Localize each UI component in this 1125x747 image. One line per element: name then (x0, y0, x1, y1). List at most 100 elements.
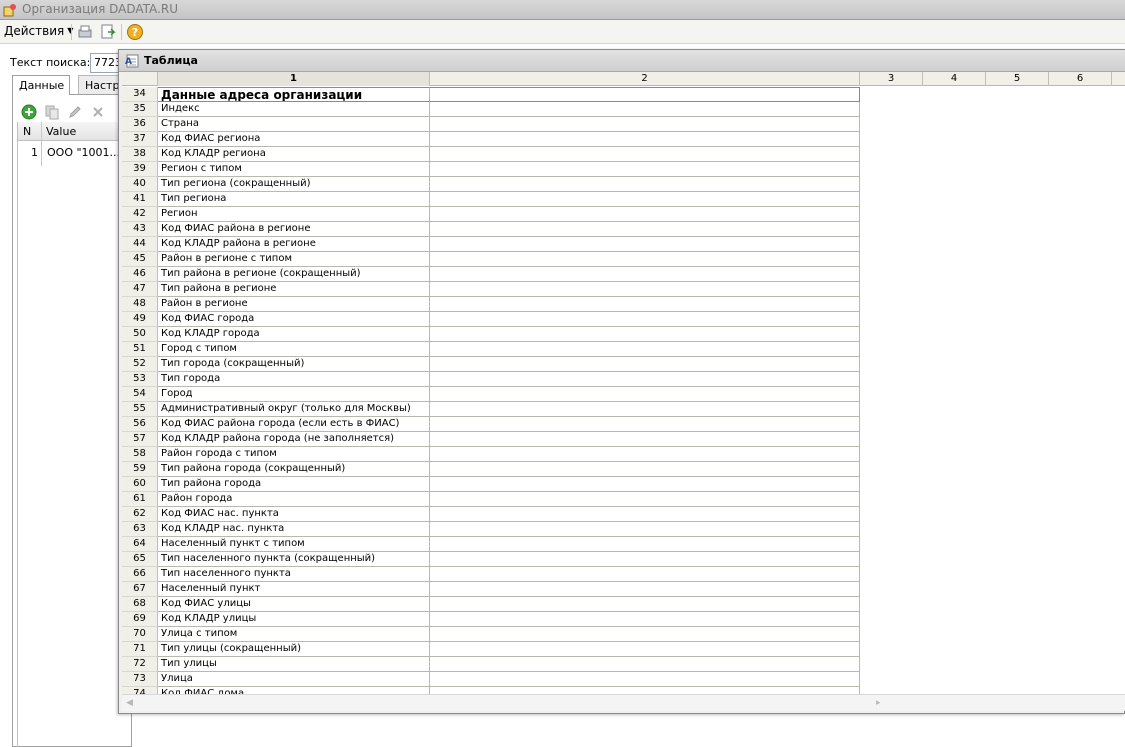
row-number[interactable]: 44 (122, 237, 158, 252)
cell-field-name[interactable]: Район в регионе (158, 297, 430, 312)
cell-field-name[interactable]: Тип населенного пункта (сокращенный) (158, 552, 430, 567)
cell-field-value[interactable] (430, 402, 860, 417)
cell-field-value[interactable] (430, 432, 860, 447)
cell-field-value[interactable] (430, 117, 860, 132)
cell-field-name[interactable]: Код ФИАС улицы (158, 597, 430, 612)
cell-field-value[interactable] (430, 372, 860, 387)
cell-field-value[interactable] (430, 387, 860, 402)
cell-field-value[interactable] (430, 687, 860, 694)
table-row[interactable]: 59 Тип района города (сокращенный) (122, 462, 860, 477)
row-number[interactable]: 43 (122, 222, 158, 237)
cell-field-value[interactable] (430, 192, 860, 207)
table-row[interactable]: 42 Регион (122, 207, 860, 222)
row-number[interactable]: 67 (122, 582, 158, 597)
table-row[interactable]: 63 Код КЛАДР нас. пункта (122, 522, 860, 537)
row-number[interactable]: 72 (122, 657, 158, 672)
cell-field-name[interactable]: Район в регионе с типом (158, 252, 430, 267)
cell-field-value[interactable] (430, 297, 860, 312)
table-row[interactable]: 60 Тип района города (122, 477, 860, 492)
table-row[interactable]: 70 Улица с типом (122, 627, 860, 642)
cell-field-value[interactable] (430, 237, 860, 252)
cell-field-name[interactable]: Страна (158, 117, 430, 132)
row-number[interactable]: 59 (122, 462, 158, 477)
table-row[interactable]: 1 ООО "1001... (18, 144, 133, 162)
table-row[interactable]: 45 Район в регионе с типом (122, 252, 860, 267)
table-row[interactable]: 46 Тип района в регионе (сокращенный) (122, 267, 860, 282)
cell-field-value[interactable] (430, 492, 860, 507)
table-row[interactable]: 37 Код ФИАС региона (122, 132, 860, 147)
cell-field-value[interactable] (430, 87, 860, 102)
cell-field-value[interactable] (430, 642, 860, 657)
tab-data[interactable]: Данные (12, 75, 70, 95)
row-number[interactable]: 42 (122, 207, 158, 222)
table-row[interactable]: 55 Административный округ (только для Мос… (122, 402, 860, 417)
column-header-n[interactable]: N (23, 125, 31, 138)
cell-field-name[interactable]: Код ФИАС нас. пункта (158, 507, 430, 522)
cell-field-name[interactable]: Индекс (158, 102, 430, 117)
column-header-2[interactable]: 2 (430, 72, 860, 86)
cell-field-value[interactable] (430, 177, 860, 192)
cell-field-value[interactable] (430, 252, 860, 267)
table-row[interactable]: 64 Населенный пункт с типом (122, 537, 860, 552)
cell-field-value[interactable] (430, 462, 860, 477)
table-row[interactable]: 47 Тип района в регионе (122, 282, 860, 297)
cell-field-value[interactable] (430, 102, 860, 117)
table-row[interactable]: 50 Код КЛАДР города (122, 327, 860, 342)
cell-field-name[interactable]: Тип населенного пункта (158, 567, 430, 582)
cell-field-value[interactable] (430, 162, 860, 177)
section-header-row[interactable]: 34 Данные адреса организации (122, 87, 860, 102)
cell-field-value[interactable] (430, 357, 860, 372)
table-row[interactable]: 68 Код ФИАС улицы (122, 597, 860, 612)
cell-field-value[interactable] (430, 222, 860, 237)
table-row[interactable]: 56 Код ФИАС района города (если есть в ФИ… (122, 417, 860, 432)
cell-field-name[interactable]: Код ФИАС дома (158, 687, 430, 694)
table-row[interactable]: 36 Страна (122, 117, 860, 132)
row-number[interactable]: 52 (122, 357, 158, 372)
scroll-right-icon[interactable]: ▸ (876, 698, 881, 708)
row-number[interactable]: 36 (122, 117, 158, 132)
row-number[interactable]: 74 (122, 687, 158, 694)
row-number[interactable]: 64 (122, 537, 158, 552)
scroll-left-icon[interactable]: ◀ (126, 698, 133, 708)
cell-field-value[interactable] (430, 672, 860, 687)
row-number[interactable]: 54 (122, 387, 158, 402)
cell-field-name[interactable]: Улица (158, 672, 430, 687)
cell-field-name[interactable]: Тип города (сокращенный) (158, 357, 430, 372)
table-row[interactable]: 52 Тип города (сокращенный) (122, 357, 860, 372)
cell-field-name[interactable]: Код КЛАДР района города (не заполняется) (158, 432, 430, 447)
add-icon[interactable] (21, 104, 37, 120)
cell-field-name[interactable]: Код КЛАДР нас. пункта (158, 522, 430, 537)
column-header-value[interactable]: Value (46, 125, 76, 138)
horizontal-scrollbar[interactable]: ◀ ▸ (122, 694, 1125, 711)
column-header-3[interactable]: 3 (860, 72, 923, 86)
cell-field-name[interactable]: Тип региона (158, 192, 430, 207)
cell-field-name[interactable]: Тип района города (158, 477, 430, 492)
row-number[interactable]: 51 (122, 342, 158, 357)
table-row[interactable]: 65 Тип населенного пункта (сокращенный) (122, 552, 860, 567)
cell-field-name[interactable]: Данные адреса организации (158, 87, 430, 102)
row-number[interactable]: 37 (122, 132, 158, 147)
row-number[interactable]: 60 (122, 477, 158, 492)
cell-field-name[interactable]: Район города (158, 492, 430, 507)
corner-cell[interactable] (122, 72, 158, 86)
cell-field-value[interactable] (430, 612, 860, 627)
cell-field-value[interactable] (430, 507, 860, 522)
cell-field-name[interactable]: Тип района города (сокращенный) (158, 462, 430, 477)
cell-field-value[interactable] (430, 597, 860, 612)
spreadsheet[interactable]: 1 2 3 4 5 6 34 Данные адреса организации 3… (122, 72, 1125, 694)
cell-field-name[interactable]: Населенный пункт с типом (158, 537, 430, 552)
cell-field-name[interactable]: Населенный пункт (158, 582, 430, 597)
cell-field-value[interactable] (430, 582, 860, 597)
help-icon[interactable]: ? (126, 23, 144, 41)
print-icon[interactable] (76, 23, 94, 41)
table-row[interactable]: 54 Город (122, 387, 860, 402)
cell-field-name[interactable]: Код КЛАДР города (158, 327, 430, 342)
cell-field-name[interactable]: Улица с типом (158, 627, 430, 642)
row-number[interactable]: 41 (122, 192, 158, 207)
row-number[interactable]: 38 (122, 147, 158, 162)
cell-field-name[interactable]: Регион (158, 207, 430, 222)
table-row[interactable]: 74 Код ФИАС дома (122, 687, 860, 694)
cell-field-name[interactable]: Район города с типом (158, 447, 430, 462)
cell-field-value[interactable] (430, 417, 860, 432)
actions-menu-button[interactable]: Действия▼ (4, 24, 73, 40)
